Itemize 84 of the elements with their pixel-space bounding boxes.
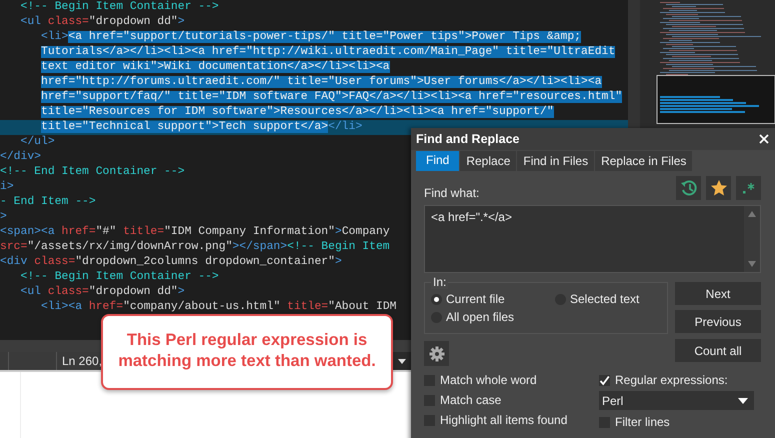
- code-text: >: [0, 211, 7, 223]
- code-text: "dropdown_2columns dropdown_container": [75, 256, 335, 268]
- caret-icon: [738, 398, 748, 404]
- code-text: <ul: [20, 16, 42, 28]
- code-text: src=: [0, 241, 28, 253]
- regex-button[interactable]: [736, 176, 761, 200]
- code-text: "dropdown dd": [88, 286, 178, 298]
- tab[interactable]: Replace in Files: [595, 151, 692, 171]
- checkbox-label: Match case: [440, 393, 502, 407]
- checkbox-label: Match whole word: [440, 373, 537, 387]
- settings-button[interactable]: [424, 341, 449, 366]
- tab[interactable]: Find in Files: [517, 151, 594, 171]
- tab[interactable]: Replace: [460, 151, 516, 171]
- code-text: >: [334, 226, 342, 238]
- code-text: title=: [287, 301, 328, 313]
- favorites-button[interactable]: [706, 176, 731, 200]
- radio-label: All open files: [446, 310, 514, 324]
- checkbox-label: Regular expressions:: [615, 373, 728, 387]
- find-what-label: Find what:: [424, 186, 480, 200]
- code-text: text editor wiki">Wiki documentation</a></li><li><a: [41, 61, 390, 73]
- code-text: - End Item -->: [0, 196, 96, 208]
- code-text: <li>: [41, 31, 68, 43]
- code-text: Company: [342, 226, 390, 238]
- code-text: </div>: [0, 151, 42, 163]
- code-text: href=: [88, 301, 124, 313]
- checkbox[interactable]: [599, 374, 610, 386]
- code-text: <!-- Begin Item Container -->: [20, 1, 219, 13]
- history-button[interactable]: [676, 176, 701, 200]
- settings-icon: [428, 346, 444, 362]
- code-text: "company/about-us.html": [123, 301, 280, 313]
- find-input-field[interactable]: <a href=".*</a>: [424, 205, 761, 273]
- action-button[interactable]: Next: [675, 282, 761, 305]
- code-text: <!-- End Item Container -->: [0, 166, 185, 178]
- star-icon: [710, 179, 728, 197]
- tab[interactable]: Find: [416, 151, 460, 171]
- close-icon[interactable]: [759, 134, 769, 144]
- code-text: <ul: [20, 286, 42, 298]
- code-text: "dropdown dd": [88, 16, 178, 28]
- code-text: title="Resources for IDM software">Resources</a></li><li><a href="support/": [41, 106, 554, 118]
- checkbox-label: Highlight all items found: [440, 413, 568, 427]
- action-button[interactable]: Count all: [675, 339, 761, 362]
- code-text: class=: [48, 16, 89, 28]
- code-text: href="http://forums.ultraedit.com/" title="User forums">User forums</a></li><li><a: [41, 76, 602, 88]
- regex-icon: [740, 180, 756, 196]
- code-text: ></span>: [232, 241, 288, 253]
- scroll-down-icon[interactable]: [747, 259, 757, 269]
- code-text: "#": [96, 226, 116, 238]
- radio-label: Current file: [446, 292, 505, 306]
- dropdown-button[interactable]: [393, 352, 411, 370]
- callout-text: This Perl regular expression is matching more text than wanted.: [117, 330, 377, 372]
- code-text: <span><a: [0, 226, 55, 238]
- code-text: >: [334, 256, 342, 268]
- scope-label: In:: [431, 275, 448, 289]
- code-text: <!-- Begin Item Container -->: [20, 271, 219, 283]
- code-text: </ul>: [20, 136, 55, 148]
- code-text: "About IDM: [328, 301, 396, 313]
- code-text: href="support/faq/" title="IDM software FAQ">FAQ</a></li><li><a href="resources.html": [41, 91, 622, 103]
- code-text: title=: [123, 226, 164, 238]
- code-text: <li><a: [41, 301, 82, 313]
- code-text: >: [178, 16, 185, 28]
- code-text: </li>: [328, 121, 362, 133]
- code-text: href=: [62, 226, 96, 238]
- cursor-position: Ln 260,: [61, 354, 102, 368]
- code-text: title="Technical support">Tech support</a>: [41, 121, 328, 133]
- caret-icon: [398, 358, 406, 364]
- code-text: <div: [0, 256, 28, 268]
- scroll-up-icon[interactable]: [747, 209, 757, 219]
- history-icon: [680, 179, 698, 197]
- checkbox-label: Filter lines: [615, 415, 670, 429]
- radio-button[interactable]: [431, 294, 442, 304]
- code-text: "/assets/rx/img/downArrow.png": [27, 241, 232, 253]
- radio-label: Selected text: [570, 292, 640, 306]
- dialog-title: Find and Replace: [416, 132, 520, 146]
- code-text: class=: [34, 256, 76, 268]
- code-text: class=: [48, 286, 89, 298]
- checkmark-icon: [599, 374, 610, 386]
- code-text: "IDM Company Information": [164, 226, 335, 238]
- code-text: Tutorials</a></li><li><a href="http://wiki.ultraedit.com/Main_Page" title="UltraEdit: [41, 46, 616, 58]
- regex-engine-dropdown[interactable]: Perl: [599, 391, 754, 410]
- code-text: i>: [0, 181, 14, 193]
- action-button[interactable]: Previous: [675, 310, 761, 333]
- code-text: <!-- Begin Item: [287, 241, 390, 253]
- code-text: <a href="support/tutorials-power-tips/" title="Power tips">Power Tips &amp;: [68, 31, 582, 43]
- code-text: >: [178, 286, 185, 298]
